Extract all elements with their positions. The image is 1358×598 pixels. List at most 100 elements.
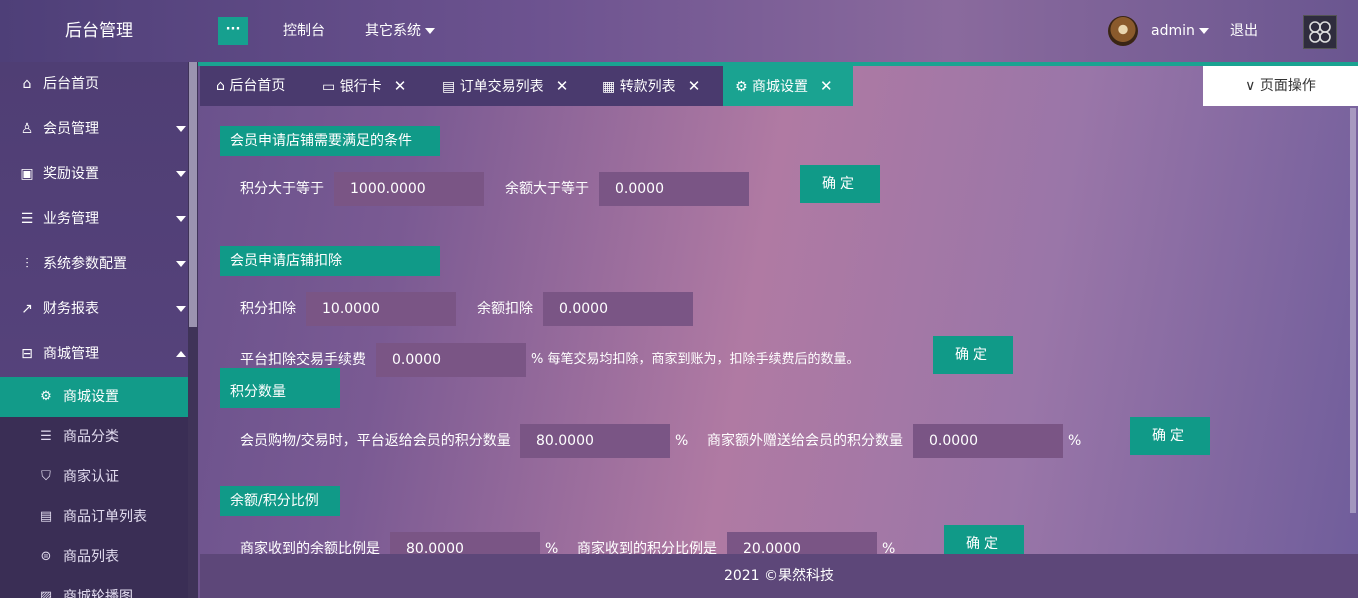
- sidebar-item-products[interactable]: ⊜ 商品列表: [0, 537, 188, 577]
- content-scrollbar-thumb[interactable]: [1350, 108, 1356, 513]
- close-icon[interactable]: ✕: [556, 77, 569, 95]
- sidebar-item-rewards[interactable]: ▣ 奖励设置: [0, 152, 188, 197]
- chevron-down-icon: [176, 171, 186, 177]
- footer: 2021 ©果然科技: [200, 554, 1358, 598]
- confirm-button[interactable]: 确定: [800, 165, 880, 203]
- sidebar-scrollbar-thumb[interactable]: [189, 62, 197, 327]
- return-points-input[interactable]: 80.0000: [520, 424, 670, 458]
- sidebar-item-label: 商城管理: [43, 346, 99, 362]
- section-title: 积分数量: [220, 368, 340, 408]
- extra-points-input[interactable]: 0.0000: [913, 424, 1063, 458]
- sidebar-item-members[interactable]: ♙ 会员管理: [0, 107, 188, 152]
- points-ratio-input[interactable]: 20.0000: [727, 532, 877, 554]
- menu-toggle-button[interactable]: ···: [218, 17, 248, 45]
- top-bar: 后台管理 ··· 控制台 其它系统 admin 退出: [0, 0, 1358, 62]
- min-points-input[interactable]: 1000.0000: [334, 172, 484, 206]
- section-title: 会员申请店铺扣除: [220, 246, 440, 276]
- section-title: 会员申请店铺需要满足的条件: [220, 126, 440, 156]
- list-icon: ☰: [40, 429, 52, 444]
- field-label: 余额大于等于: [505, 181, 589, 197]
- shield-icon: ⛉: [41, 469, 51, 484]
- sidebar-item-shop[interactable]: ⊟ 商城管理: [0, 332, 188, 377]
- min-balance-input[interactable]: 0.0000: [599, 172, 749, 206]
- chart-icon: ↗: [21, 301, 33, 317]
- tab-label: 商城设置: [752, 79, 809, 95]
- sidebar-item-carousel[interactable]: ▨ 商城轮播图: [0, 577, 188, 598]
- sidebar-item-finance[interactable]: ↗ 财务报表: [0, 287, 188, 332]
- sidebar-item-business[interactable]: ☰ 业务管理: [0, 197, 188, 242]
- sidebar-item-product-orders[interactable]: ▤ 商品订单列表: [0, 497, 188, 537]
- tab-label: 订单交易列表: [459, 79, 544, 95]
- logout-link[interactable]: 退出: [1230, 0, 1258, 62]
- sidebar-item-merchant-verify[interactable]: ⛉ 商家认证: [0, 457, 188, 497]
- section-title: 余额/积分比例: [220, 486, 340, 516]
- shop-submenu: ⚙ 商城设置 ☰ 商品分类 ⛉ 商家认证 ▤ 商品订单列表 ⊜ 商品列表 ▨ 商…: [0, 377, 188, 598]
- chevron-down-icon: [1198, 28, 1209, 34]
- user-menu[interactable]: admin: [1151, 0, 1209, 62]
- tab-transfer-list[interactable]: ▦ 转款列表 ✕: [602, 66, 700, 106]
- sidebar-item-label: 系统参数配置: [43, 256, 127, 272]
- document-icon: ▤: [39, 509, 53, 524]
- page-operations-label: 页面操作: [1259, 78, 1316, 94]
- tab-home[interactable]: ⌂ 后台首页: [216, 66, 285, 106]
- field-label: 积分大于等于: [240, 181, 324, 197]
- chevron-up-icon: [176, 351, 186, 357]
- confirm-button[interactable]: 确定: [1130, 417, 1210, 455]
- close-icon[interactable]: ✕: [688, 77, 701, 95]
- close-icon[interactable]: ✕: [820, 77, 833, 95]
- chevron-down-icon: [176, 216, 186, 222]
- sidebar-item-categories[interactable]: ☰ 商品分类: [0, 417, 188, 457]
- brand-title: 后台管理: [65, 21, 133, 41]
- gear-icon: ⚙: [40, 389, 52, 404]
- chevron-down-icon: [176, 306, 186, 312]
- sidebar: ⌂ 后台首页 ♙ 会员管理 ▣ 奖励设置 ☰ 业务管理 ⫶ 系统参数配置 ↗ 财…: [0, 62, 188, 598]
- fee-input[interactable]: 0.0000: [376, 343, 526, 377]
- sidebar-item-label: 商城轮播图: [63, 589, 133, 598]
- sidebar-item-label: 奖励设置: [43, 166, 99, 182]
- card-icon: ▭: [322, 79, 336, 95]
- balance-ratio-input[interactable]: 80.0000: [390, 532, 540, 554]
- tab-shop-settings[interactable]: ⚙ 商城设置 ✕: [723, 66, 853, 106]
- sidebar-item-label: 商品订单列表: [63, 509, 147, 525]
- field-label: 商家额外赠送给会员的积分数量: [707, 433, 903, 449]
- sidebar-item-label: 商品列表: [63, 549, 119, 565]
- transfer-icon: ▦: [602, 79, 616, 95]
- field-label: 积分扣除: [240, 301, 296, 317]
- percent-sign: %: [882, 541, 896, 554]
- sidebar-item-label: 后台首页: [43, 76, 99, 92]
- sidebar-item-system-params[interactable]: ⫶ 系统参数配置: [0, 242, 188, 287]
- tab-order-list[interactable]: ▤ 订单交易列表 ✕: [442, 66, 568, 106]
- points-deduct-input[interactable]: 10.0000: [306, 292, 456, 326]
- avatar[interactable]: [1108, 16, 1138, 46]
- sidebar-item-label: 商品分类: [63, 429, 119, 445]
- chevron-down-icon: [425, 28, 435, 34]
- balance-deduct-input[interactable]: 0.0000: [543, 292, 693, 326]
- list-icon: ☰: [20, 211, 34, 227]
- logo-icon: [1303, 15, 1337, 49]
- close-icon[interactable]: ✕: [394, 77, 407, 95]
- confirm-button[interactable]: 确定: [944, 525, 1024, 554]
- chevron-down-icon: [176, 126, 186, 132]
- tab-label: 银行卡: [339, 79, 382, 95]
- sidebar-item-home[interactable]: ⌂ 后台首页: [0, 62, 188, 107]
- field-label: 商家收到的余额比例是: [240, 541, 380, 554]
- shop-icon: ⊟: [21, 346, 33, 362]
- confirm-button[interactable]: 确定: [933, 336, 1013, 374]
- other-systems-menu[interactable]: 其它系统: [365, 0, 435, 62]
- sliders-icon: ⫶: [25, 256, 29, 272]
- tab-bank-card[interactable]: ▭ 银行卡 ✕: [322, 66, 406, 106]
- document-icon: ▤: [442, 79, 456, 95]
- circle-list-icon: ⊜: [40, 549, 52, 564]
- tab-strip: ⌂ 后台首页 ▭ 银行卡 ✕ ▤ 订单交易列表 ✕ ▦ 转款列表 ✕ ⚙ 商城设置 ✕: [200, 66, 853, 106]
- sidebar-item-label: 财务报表: [43, 301, 99, 317]
- percent-sign: %: [1068, 433, 1082, 449]
- sidebar-item-shop-settings[interactable]: ⚙ 商城设置: [0, 377, 188, 417]
- user-icon: ♙: [20, 121, 34, 137]
- percent-sign: %: [545, 541, 559, 554]
- field-label: 会员购物/交易时，平台返给会员的积分数量: [240, 433, 511, 449]
- other-systems-label: 其它系统: [365, 23, 421, 39]
- page-operations-button[interactable]: ∨ 页面操作: [1203, 66, 1358, 106]
- gear-icon: ⚙: [735, 79, 748, 95]
- console-link[interactable]: 控制台: [283, 0, 325, 62]
- gift-icon: ▣: [20, 166, 34, 182]
